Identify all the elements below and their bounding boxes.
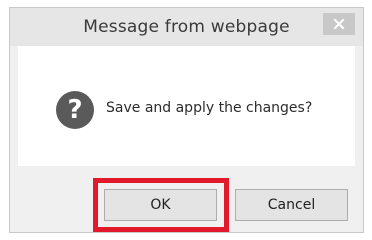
- dialog-content: ? Save and apply the changes?: [18, 46, 355, 166]
- dialog-message: Save and apply the changes?: [106, 100, 313, 116]
- dialog-title: Message from webpage: [83, 17, 290, 37]
- ok-button[interactable]: OK: [104, 189, 217, 221]
- close-icon: [333, 18, 345, 30]
- close-button[interactable]: [323, 13, 355, 35]
- dialog-footer: OK Cancel: [10, 166, 363, 232]
- dialog-titlebar[interactable]: Message from webpage: [10, 8, 363, 46]
- cancel-button[interactable]: Cancel: [235, 189, 348, 221]
- question-icon: ?: [56, 91, 94, 129]
- message-dialog: Message from webpage ? Save and apply th…: [9, 7, 364, 233]
